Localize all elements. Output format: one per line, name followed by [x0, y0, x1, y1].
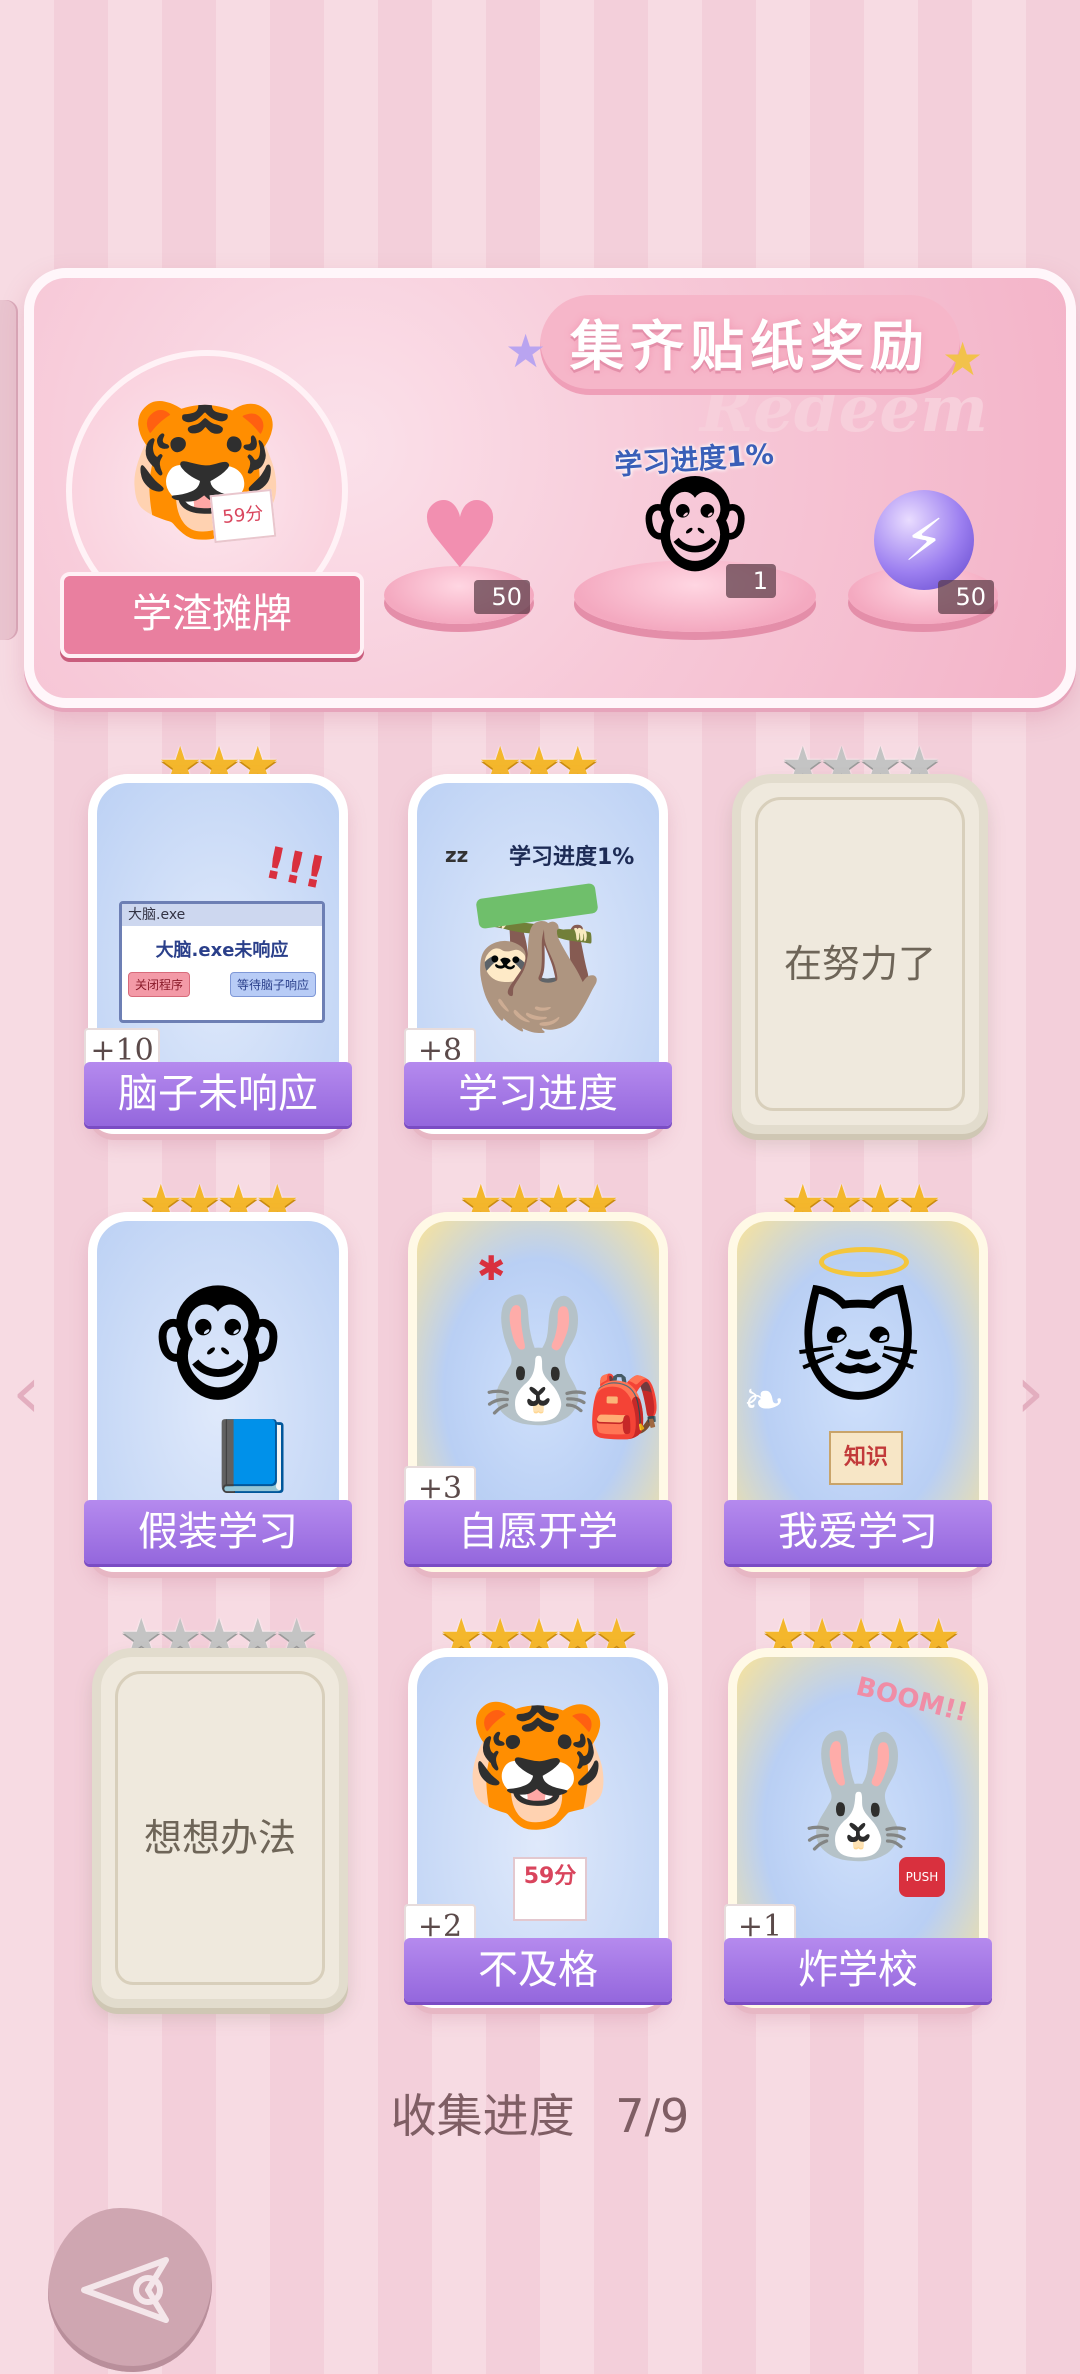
- halo-icon: [819, 1247, 909, 1277]
- tiger-icon: 🐯: [463, 1697, 613, 1836]
- card-label: 自愿开学: [404, 1500, 672, 1564]
- progress-label: 收集进度: [390, 2089, 575, 2143]
- star-icon: ★: [505, 324, 547, 378]
- monkey-icon: 🐵: [148, 1281, 288, 1420]
- exclamation-marks: !!!: [260, 837, 330, 900]
- wing-icon: ❧: [743, 1371, 785, 1429]
- card-label: 学习进度: [404, 1062, 672, 1126]
- error-dialog: 大脑.exe 大脑.exe未响应 关闭程序 等待脑子响应: [119, 901, 325, 1023]
- card-label: 脑子未响应: [84, 1062, 352, 1126]
- sloth-icon: 🦥: [469, 909, 607, 1037]
- energy-orb-icon[interactable]: ⚡: [874, 490, 974, 590]
- reward-count: 50: [474, 580, 530, 614]
- book-icon: 📘: [209, 1415, 297, 1497]
- player-title: 学渣摊牌: [132, 591, 292, 637]
- card-label: 不及格: [404, 1938, 672, 2002]
- next-page-arrow-icon[interactable]: ›: [1016, 1356, 1045, 1428]
- card-label: 想想办法: [143, 1816, 296, 1860]
- reward-count: 1: [726, 564, 776, 598]
- push-button-icon: PUSH: [899, 1857, 945, 1897]
- prev-page-arrow-icon[interactable]: ‹: [12, 1356, 41, 1428]
- wait-brain-button: 等待脑子响应: [229, 972, 316, 997]
- sticker-card-locked[interactable]: 在努力了: [732, 774, 988, 1134]
- card-label: 我爱学习: [724, 1500, 992, 1564]
- banner-title: 集齐贴纸奖励: [570, 314, 930, 378]
- bunny-icon: 🐰: [783, 1727, 933, 1866]
- card-label: 在努力了: [783, 942, 936, 986]
- boom-text: BOOM!!: [853, 1671, 971, 1729]
- dialog-message: 大脑.exe未响应: [155, 940, 289, 961]
- angry-mark-icon: ✱: [477, 1249, 506, 1289]
- score-paper: 59分: [513, 1857, 587, 1921]
- progress-value: 7/9: [615, 2089, 690, 2143]
- card-label: 炸学校: [724, 1938, 992, 2002]
- backpack-icon: 🎒: [587, 1372, 662, 1442]
- sticker-caption: 学习进度1%: [509, 845, 635, 870]
- close-program-button: 关闭程序: [128, 972, 191, 997]
- side-drawer-tab[interactable]: [0, 300, 18, 640]
- reward-count: 50: [938, 580, 994, 614]
- sticker-card-locked[interactable]: 想想办法: [92, 1648, 348, 2008]
- collection-progress: 收集进度 7/9: [0, 2080, 1080, 2146]
- knowledge-book: 知识: [829, 1431, 903, 1485]
- star-icon: ★: [942, 332, 984, 386]
- dialog-title: 大脑.exe: [122, 904, 322, 926]
- zz-icon: zz: [445, 843, 469, 867]
- score-note: 59分: [209, 488, 277, 544]
- back-arrow-icon: [81, 2257, 169, 2323]
- heart-gem-icon[interactable]: ♥: [404, 486, 516, 586]
- card-label: 假装学习: [84, 1500, 352, 1564]
